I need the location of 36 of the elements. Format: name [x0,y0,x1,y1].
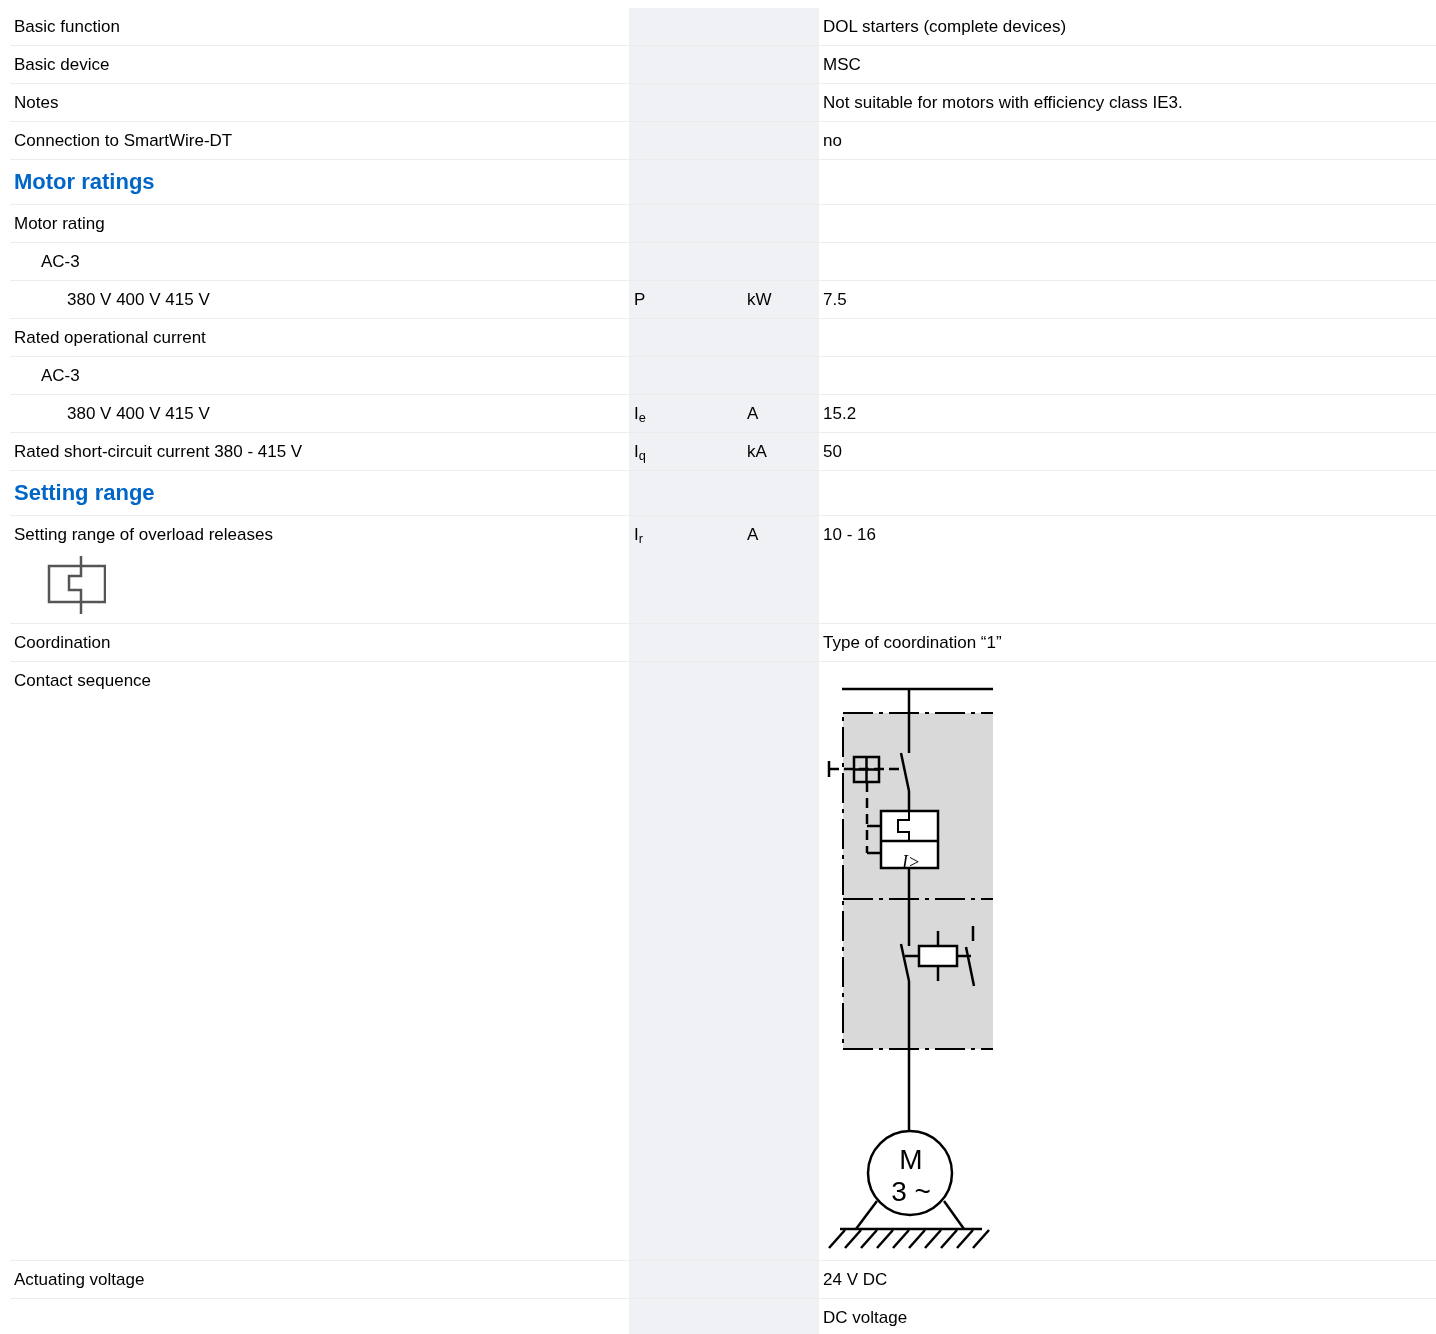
value-cell: 24 V DC [823,1270,888,1289]
value-cell: 7.5 [823,290,847,309]
symbol-cell: I$_{r}$ [629,516,743,623]
value-cell: 15.2 [823,404,857,423]
row-label: 380 V 400 V 415 V [67,289,211,311]
unit-cell: A [743,516,819,623]
value-cell: Type of coordination “1” [823,633,1002,652]
row-label: Rated short-circuit current 380 - 415 V [14,441,304,463]
symbol-cell: I$_{e}$ [629,395,743,432]
row-label: Coordination [14,632,112,654]
symbol-cell: I$_{q}$ [629,433,743,470]
value-cell: 10 - 16 [823,525,876,544]
row-label: Basic device [14,54,111,76]
value-cell: DOL starters (complete devices) [823,17,1067,36]
row-label: Motor rating [14,213,106,235]
row-label: AC-3 [41,251,81,273]
row-label: Basic function [14,16,121,38]
row-label: 380 V 400 V 415 V [67,403,211,425]
section-heading: Motor ratings [14,169,156,195]
value-cell: DC voltage [823,1308,908,1327]
row-label: Actuating voltage [14,1269,146,1291]
symbol-cell: P [629,281,743,318]
value-cell: Not suitable for motors with efficiency class IE3. [823,93,1183,112]
row-label: Notes [14,92,60,114]
row-label: Setting range of overload releases [14,524,274,546]
value-cell: no [823,131,842,150]
unit-cell: kW [743,281,819,318]
section-heading: Setting range [14,480,156,506]
value-cell: MSC [823,55,861,74]
row-label: Contact sequence [14,670,153,692]
row-label: Connection to SmartWire-DT [14,130,234,152]
unit-cell: A [743,395,819,432]
value-cell: 50 [823,442,842,461]
row-label: Rated operational current [14,327,207,349]
unit-cell: kA [743,433,819,470]
row-label: AC-3 [41,365,81,387]
